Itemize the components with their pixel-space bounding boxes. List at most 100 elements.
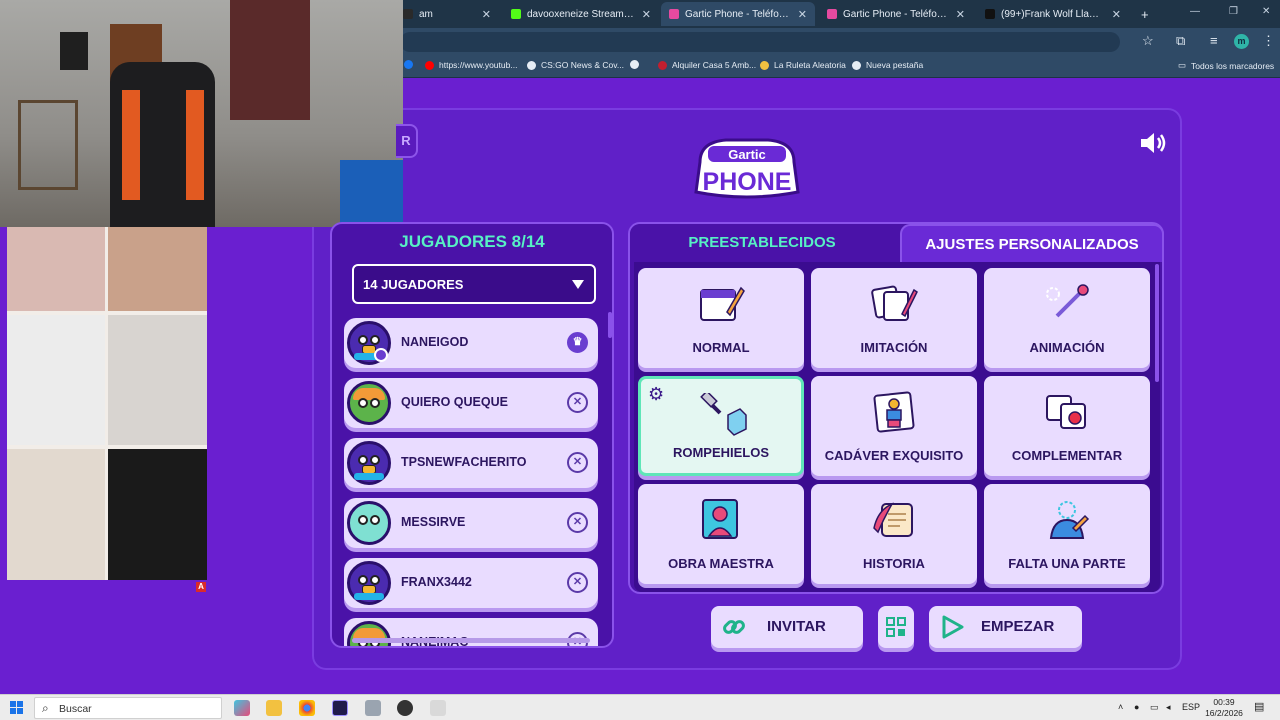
invite-button[interactable]: INVITAR: [711, 606, 863, 648]
copilot-icon[interactable]: [234, 700, 250, 716]
bookmark-csgo[interactable]: CS:GO News & Cov...: [527, 60, 624, 70]
youtube-icon: [425, 60, 434, 70]
bird-avatar-icon: [347, 441, 391, 485]
logo-top-text: Gartic: [728, 147, 766, 162]
restore-icon[interactable]: ❐: [1229, 6, 1238, 17]
speaker-icon[interactable]: [1138, 130, 1168, 156]
url-field[interactable]: [400, 32, 1120, 52]
tray-chevron-icon[interactable]: ˄: [1118, 702, 1123, 712]
crown-icon: ♛: [567, 332, 588, 353]
tab-title: Gartic Phone - Teléfono Descon: [685, 8, 792, 20]
file-explorer-icon[interactable]: [266, 700, 282, 716]
product-image: [7, 449, 105, 580]
mic-icon[interactable]: ●: [1134, 702, 1139, 712]
close-icon[interactable]: ✕: [482, 8, 491, 21]
kick-player-button[interactable]: ✕: [567, 452, 588, 473]
calendar-pencil-icon: [700, 286, 745, 321]
mode-animacion[interactable]: ANIMACIÓN: [984, 268, 1150, 368]
player-row: TPSNEWFACHERITO ✕: [344, 438, 598, 488]
modes-scrollbar[interactable]: [1155, 264, 1159, 382]
mode-normal[interactable]: NORMAL: [638, 268, 804, 368]
calculator-icon[interactable]: [365, 700, 381, 716]
start-button[interactable]: EMPEZAR: [929, 606, 1082, 648]
kick-player-button[interactable]: ✕: [567, 392, 588, 413]
all-bookmarks[interactable]: ▭ Todos los marcadores: [1178, 60, 1274, 71]
bookmark-label: La Ruleta Aleatoria: [774, 60, 846, 70]
close-icon[interactable]: ✕: [798, 8, 807, 21]
menu-kebab-icon[interactable]: ⋮: [1262, 33, 1275, 49]
premiere-icon[interactable]: [332, 700, 348, 716]
player-count-select[interactable]: 14 JUGADORES: [352, 264, 596, 304]
mode-historia[interactable]: HISTORIA: [811, 484, 977, 584]
bookmark-ruleta[interactable]: La Ruleta Aleatoria: [760, 60, 846, 70]
tab-custom-settings[interactable]: AJUSTES PERSONALIZADOS: [900, 224, 1164, 262]
mode-falta-una-parte[interactable]: FALTA UNA PARTE: [984, 484, 1150, 584]
players-scrollbar[interactable]: [608, 312, 612, 338]
bookmark-youtube[interactable]: https://www.youtub...: [425, 60, 517, 70]
owner-icon: [374, 348, 388, 362]
globe-icon: [630, 60, 639, 69]
tab-5[interactable]: (99+)Frank Wolf Llamó a Nane ✕: [977, 2, 1129, 26]
extensions-icon[interactable]: ⧉: [1176, 33, 1185, 49]
mode-rompehielos-selected[interactable]: ⚙ ROMPEHIELOS: [638, 376, 804, 476]
kick-player-button[interactable]: ✕: [567, 572, 588, 593]
roulette-icon: [760, 60, 769, 70]
taskbar-search-input[interactable]: ⌕ Buscar: [34, 697, 222, 719]
product-image: [108, 449, 207, 580]
chevron-down-icon: [572, 280, 584, 289]
mode-obra-maestra[interactable]: OBRA MAESTRA: [638, 484, 804, 584]
media-control-icon[interactable]: ≡: [1210, 33, 1218, 48]
search-icon: ⌕: [42, 701, 49, 715]
tab-1[interactable]: am ✕: [395, 2, 499, 26]
bookmark-facebook[interactable]: [404, 60, 418, 69]
new-tab-label: +: [1141, 6, 1149, 22]
tab-4[interactable]: Gartic Phone - Teléfono Descon ✕: [819, 2, 973, 26]
tab-2[interactable]: davooxeneize Stream - Watch Liv ✕: [503, 2, 659, 26]
overlay-badge: A: [196, 582, 206, 592]
bookmark-globe[interactable]: [630, 60, 644, 69]
back-button[interactable]: R: [396, 124, 418, 158]
tab-3-active[interactable]: Gartic Phone - Teléfono Descon ✕: [661, 2, 815, 26]
clock[interactable]: 00:39 16/2/2026: [1200, 697, 1248, 719]
mode-cadaver-exquisito[interactable]: CADÁVER EXQUISITO: [811, 376, 977, 476]
close-icon[interactable]: ✕: [956, 8, 965, 21]
tab-presets[interactable]: PREESTABLECIDOS: [630, 224, 894, 262]
modes-panel: PREESTABLECIDOS AJUSTES PERSONALIZADOS N…: [628, 222, 1164, 594]
clock-date: 16/2/2026: [1205, 708, 1243, 718]
chair-stripe: [186, 90, 204, 200]
bookmark-new-tab[interactable]: Nueva pestaña: [852, 60, 923, 70]
mode-complementar[interactable]: COMPLEMENTAR: [984, 376, 1150, 476]
bookmark-star-icon[interactable]: ☆: [1142, 33, 1154, 49]
new-tab-button[interactable]: +: [1133, 2, 1153, 26]
profile-avatar[interactable]: m: [1234, 34, 1249, 49]
close-icon[interactable]: ✕: [642, 8, 651, 21]
bookmark-alquiler[interactable]: Alquiler Casa 5 Amb...: [658, 60, 756, 70]
language-indicator[interactable]: ESP: [1182, 702, 1200, 712]
player-name: QUIERO QUEQUE: [401, 395, 508, 409]
volume-icon[interactable]: ◂: [1166, 702, 1171, 713]
bookmark-label: Alquiler Casa 5 Amb...: [672, 60, 757, 70]
players-h-scrollbar[interactable]: [352, 638, 590, 643]
windows-start-icon[interactable]: [10, 701, 23, 714]
network-icon[interactable]: ▭: [1150, 702, 1159, 713]
qr-code-button[interactable]: [878, 606, 914, 648]
gear-icon[interactable]: ⚙: [648, 384, 664, 405]
obs-icon[interactable]: [397, 700, 413, 716]
gartic-phone-logo: Gartic PHONE: [694, 138, 800, 199]
stool: [18, 100, 78, 190]
kick-player-button[interactable]: ✕: [567, 512, 588, 533]
burger-avatar-icon: [347, 621, 391, 646]
play-icon: [942, 615, 964, 639]
notifications-icon[interactable]: ▤: [1254, 700, 1264, 713]
minimize-icon[interactable]: —: [1190, 6, 1200, 17]
close-icon[interactable]: ✕: [1112, 8, 1121, 21]
app-icon[interactable]: [430, 700, 446, 716]
chrome-icon[interactable]: [299, 700, 315, 716]
close-window-icon[interactable]: ✕: [1262, 6, 1270, 17]
cards-pencil-icon: [871, 285, 918, 321]
ghost-avatar-icon: [347, 501, 391, 545]
product-image: [7, 227, 105, 311]
invite-label: INVITAR: [767, 618, 826, 635]
players-panel: JUGADORES 8/14 14 JUGADORES NANEIGOD ♛ Q…: [330, 222, 614, 648]
mode-imitacion[interactable]: IMITACIÓN: [811, 268, 977, 368]
